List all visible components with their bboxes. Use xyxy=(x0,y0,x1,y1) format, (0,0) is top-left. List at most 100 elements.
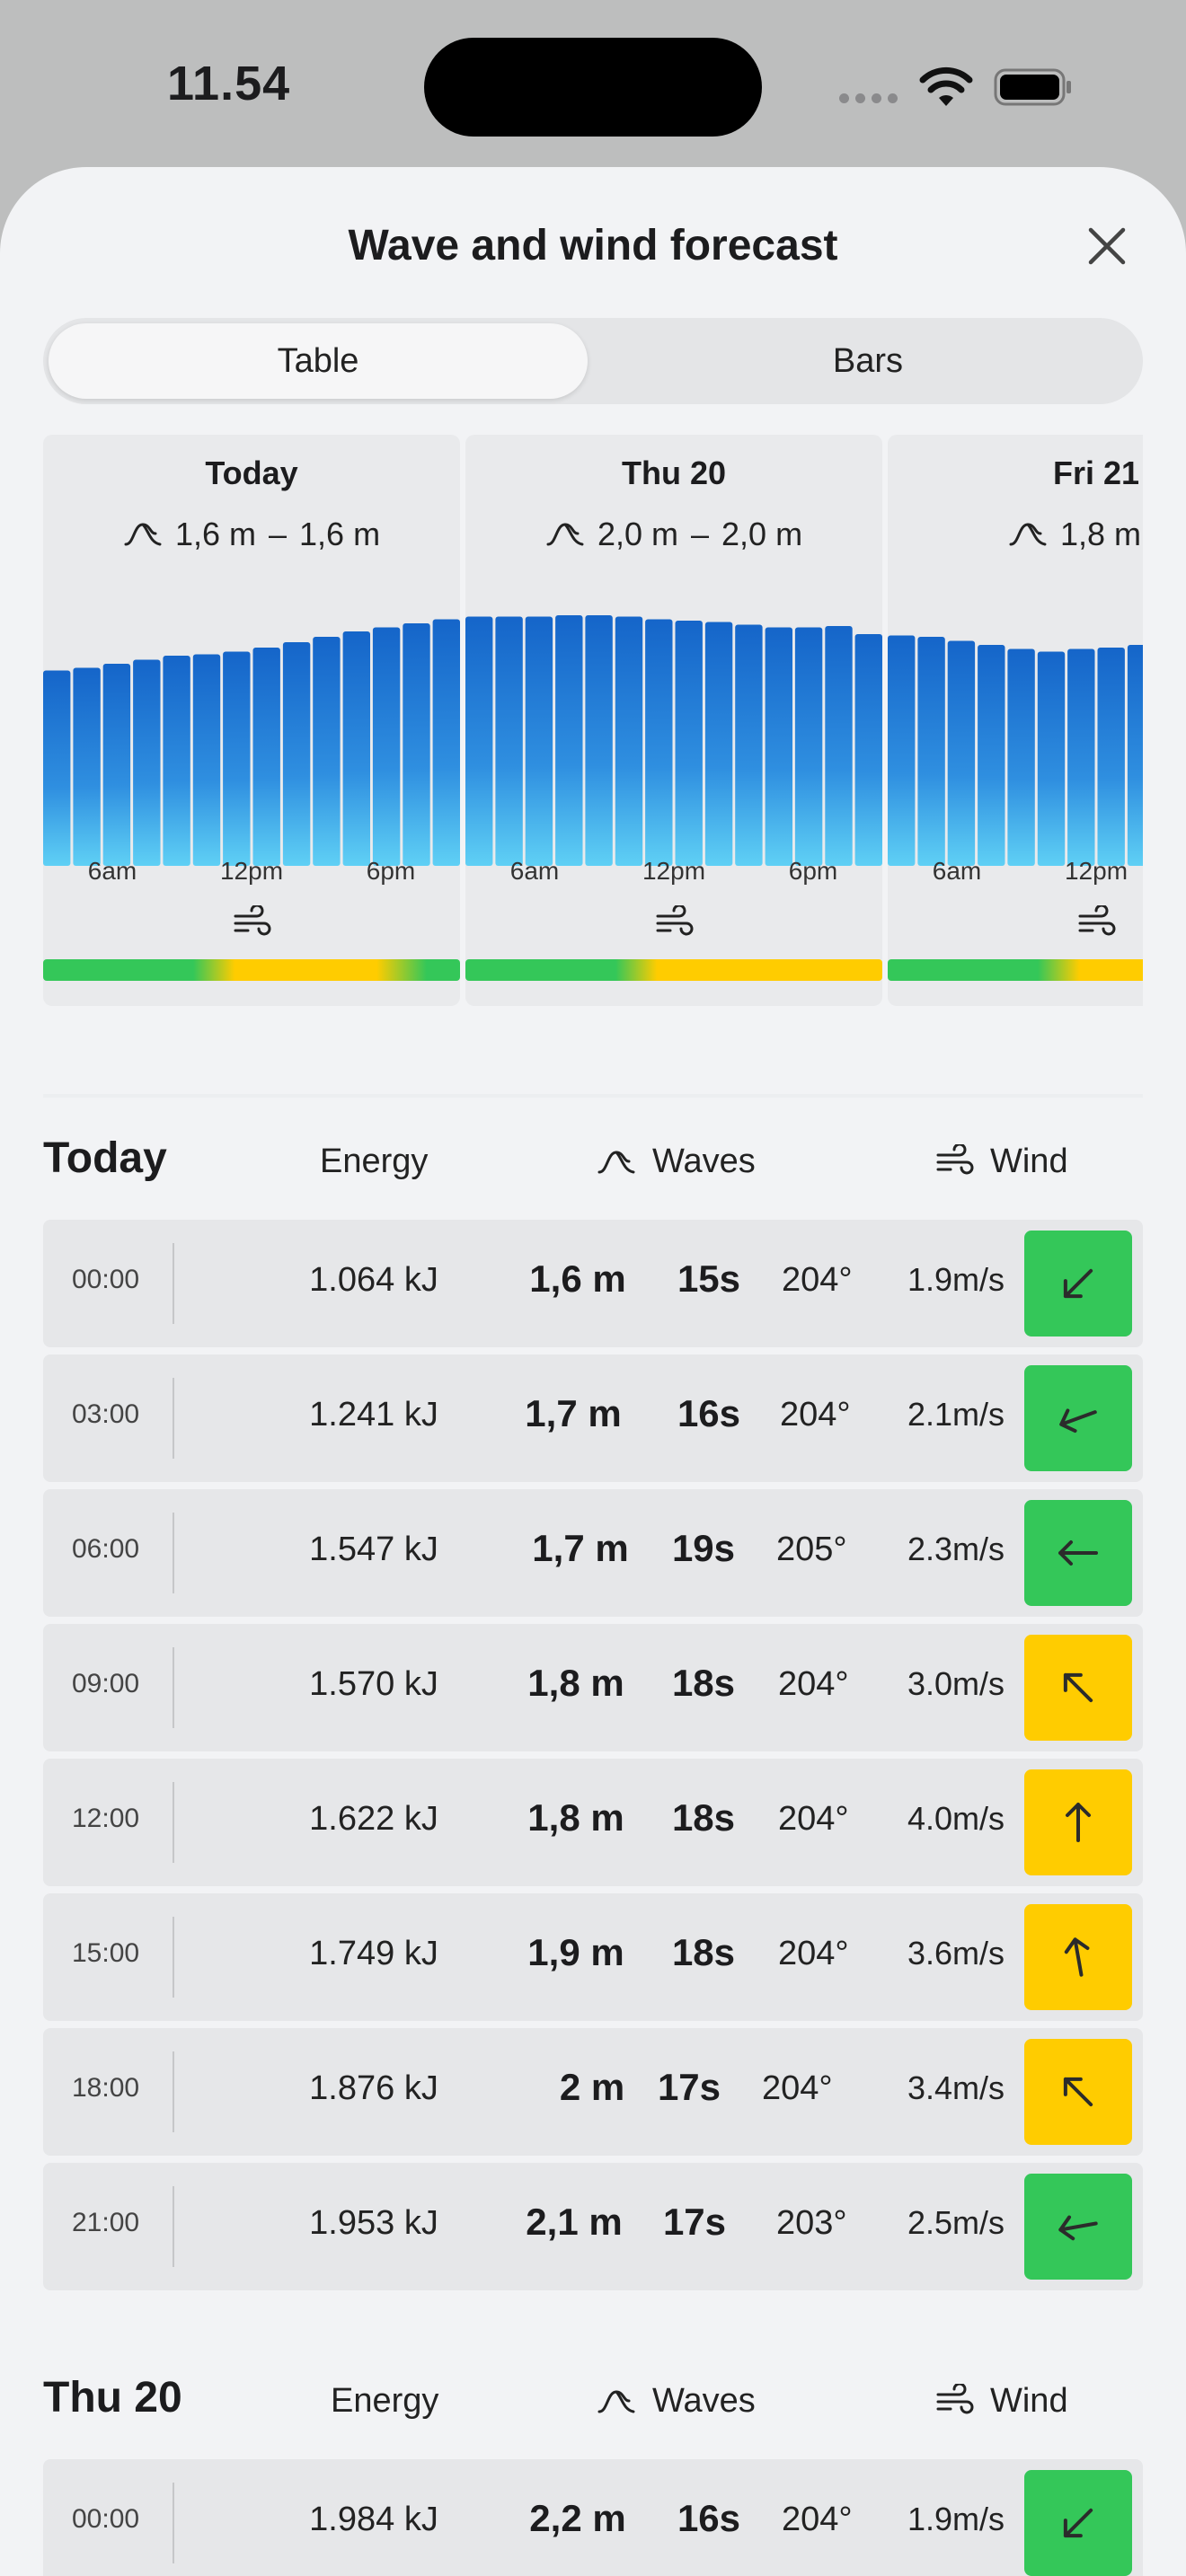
wind-arrow-icon xyxy=(1063,2508,1093,2538)
wind-icon xyxy=(656,905,694,936)
row-wave-period: 18s xyxy=(671,1931,736,1973)
wind-icon xyxy=(234,905,271,936)
row-time: 15:00 xyxy=(72,1938,140,1968)
row-wind-speed: 1.9m/s xyxy=(907,1261,1005,1298)
column-header-energy: Energy xyxy=(331,2382,438,2421)
time-tick-label: 6am xyxy=(932,857,982,885)
day-card[interactable]: Today 1,6 m –1,6 m 6am 12pm 6pm xyxy=(43,435,460,1006)
close-icon[interactable] xyxy=(1085,225,1128,268)
row-time: 06:00 xyxy=(72,1534,140,1564)
segment-table[interactable]: Table xyxy=(49,323,588,399)
wind-direction-badge xyxy=(1024,2039,1132,2145)
column-header-waves: Waves xyxy=(597,1142,756,1181)
wind-arrow-icon xyxy=(1066,1803,1091,1842)
time-tick-label: 6am xyxy=(87,857,137,885)
wind-direction-badge xyxy=(1024,1500,1132,1606)
forecast-row[interactable]: 15:00 1.749 kJ 1,9 m 18s 204° 3.6m/s xyxy=(43,1893,1143,2021)
row-time: 09:00 xyxy=(72,1669,140,1698)
wave-bar xyxy=(282,642,311,866)
forecast-row[interactable]: 09:00 1.570 kJ 1,8 m 18s 204° 3.0m/s xyxy=(43,1624,1143,1751)
wave-bar xyxy=(403,623,430,866)
row-wave-height: 1,7 m xyxy=(525,1392,622,1434)
wave-bar xyxy=(43,670,71,866)
section-day-title: Today xyxy=(43,1134,167,1182)
forecast-row[interactable]: 03:00 1.241 kJ 1,7 m 16s 204° 2.1m/s xyxy=(43,1354,1143,1482)
wave-bar xyxy=(1037,651,1066,866)
wave-bar xyxy=(978,645,1005,866)
row-energy: 1.984 kJ xyxy=(309,2501,438,2538)
wave-bar xyxy=(704,622,733,866)
day-card[interactable]: Thu 20 2,0 m –2,0 m 6am 12pm 6pm xyxy=(465,435,882,1006)
row-energy: 1.953 kJ xyxy=(309,2204,438,2242)
wave-bar xyxy=(555,615,583,866)
forecast-sheet: Wave and wind forecast Table Bars Today 1… xyxy=(0,167,1186,2576)
row-wave-period: 17s xyxy=(657,2066,721,2108)
wave-bar xyxy=(133,659,161,866)
column-header-energy: Energy xyxy=(320,1142,428,1181)
row-wave-height: 2,1 m xyxy=(526,2201,623,2243)
row-wave-period: 18s xyxy=(671,1796,736,1839)
time-tick-label: 6pm xyxy=(366,857,416,885)
row-wave-period: 16s xyxy=(677,1392,741,1434)
forecast-row[interactable]: 18:00 1.876 kJ 2 m 17s 204° 3.4m/s xyxy=(43,2028,1143,2156)
row-wind-speed: 1.9m/s xyxy=(907,2501,1005,2537)
wind-arrow-icon xyxy=(1063,2077,1093,2107)
wave-bar xyxy=(495,616,523,866)
dynamic-island xyxy=(424,38,762,137)
day-section-header: Today Energy Waves Wind xyxy=(43,1134,1143,1196)
day-title: Today xyxy=(205,454,298,491)
row-wind-speed: 3.4m/s xyxy=(907,2069,1005,2106)
row-energy: 1.547 kJ xyxy=(309,1531,438,1568)
row-time: 21:00 xyxy=(72,2208,140,2237)
wave-bar xyxy=(854,634,882,866)
row-divider xyxy=(173,1378,174,1459)
wind-direction-badge xyxy=(1024,2470,1132,2576)
forecast-row[interactable]: 21:00 1.953 kJ 2,1 m 17s 203° 2.5m/s xyxy=(43,2163,1143,2290)
wind-arrow-icon xyxy=(1058,2215,1098,2241)
time-tick-label: 6pm xyxy=(788,857,838,885)
row-divider xyxy=(173,1647,174,1728)
time-tick-label: 12pm xyxy=(1064,857,1128,885)
wind-arrow-icon xyxy=(1063,1268,1093,1299)
wave-bar xyxy=(947,640,976,866)
row-wave-height: 1,8 m xyxy=(527,1796,624,1839)
day-card[interactable]: Fri 211,8 m–6am12pm6pm xyxy=(888,435,1143,1006)
row-time: 12:00 xyxy=(72,1804,140,1833)
row-wind-speed: 2.3m/s xyxy=(907,1531,1005,1567)
segment-bars[interactable]: Bars xyxy=(598,323,1137,399)
row-divider xyxy=(173,1782,174,1863)
wave-bar xyxy=(1127,645,1143,866)
time-axis: 6am12pm6pm xyxy=(888,857,1143,893)
forecast-row[interactable]: 06:00 1.547 kJ 1,7 m 19s 205° 2.3m/s xyxy=(43,1489,1143,1617)
waves-label: Waves xyxy=(652,1142,756,1180)
day-title: Thu 20 xyxy=(621,454,726,491)
status-time: 11.54 xyxy=(167,57,291,110)
wave-bar xyxy=(888,635,916,866)
wave-bar xyxy=(73,667,101,866)
row-wave-period: 17s xyxy=(662,2201,727,2243)
energy-label: Energy xyxy=(320,1142,429,1180)
row-wind-speed: 2.1m/s xyxy=(907,1396,1005,1433)
forecast-row[interactable]: 12:00 1.622 kJ 1,8 m 18s 204° 4.0m/s xyxy=(43,1759,1143,1886)
energy-label: Energy xyxy=(331,2382,439,2420)
wave-bars-chart xyxy=(43,619,460,866)
wave-bar xyxy=(917,637,945,866)
wave-bar xyxy=(432,619,460,866)
time-tick-label: 6am xyxy=(509,857,560,885)
row-divider xyxy=(173,1513,174,1593)
wave-bar xyxy=(342,631,370,866)
battery-icon xyxy=(994,68,1071,106)
day-cards-scroller[interactable]: Today 1,6 m –1,6 m 6am 12pm 6pm Thu 20 2,0 m –2,… xyxy=(43,435,1143,1006)
wind-direction-badge xyxy=(1024,1769,1132,1875)
wave-icon xyxy=(597,1150,635,1173)
row-time: 18:00 xyxy=(72,2073,140,2103)
wind-arrow-icon xyxy=(1063,1672,1093,1703)
wave-bar xyxy=(1007,648,1035,866)
row-wave-height: 1,8 m xyxy=(527,1662,624,1704)
wave-bar xyxy=(645,619,673,866)
wave-bar xyxy=(223,651,251,866)
row-energy: 1.241 kJ xyxy=(309,1396,438,1434)
forecast-row[interactable]: 00:00 1.984 kJ 2,2 m 16s 204° 1.9m/s xyxy=(43,2459,1143,2576)
row-energy: 1.570 kJ xyxy=(309,1665,438,1703)
forecast-row[interactable]: 00:00 1.064 kJ 1,6 m 15s 204° 1.9m/s xyxy=(43,1220,1143,1347)
